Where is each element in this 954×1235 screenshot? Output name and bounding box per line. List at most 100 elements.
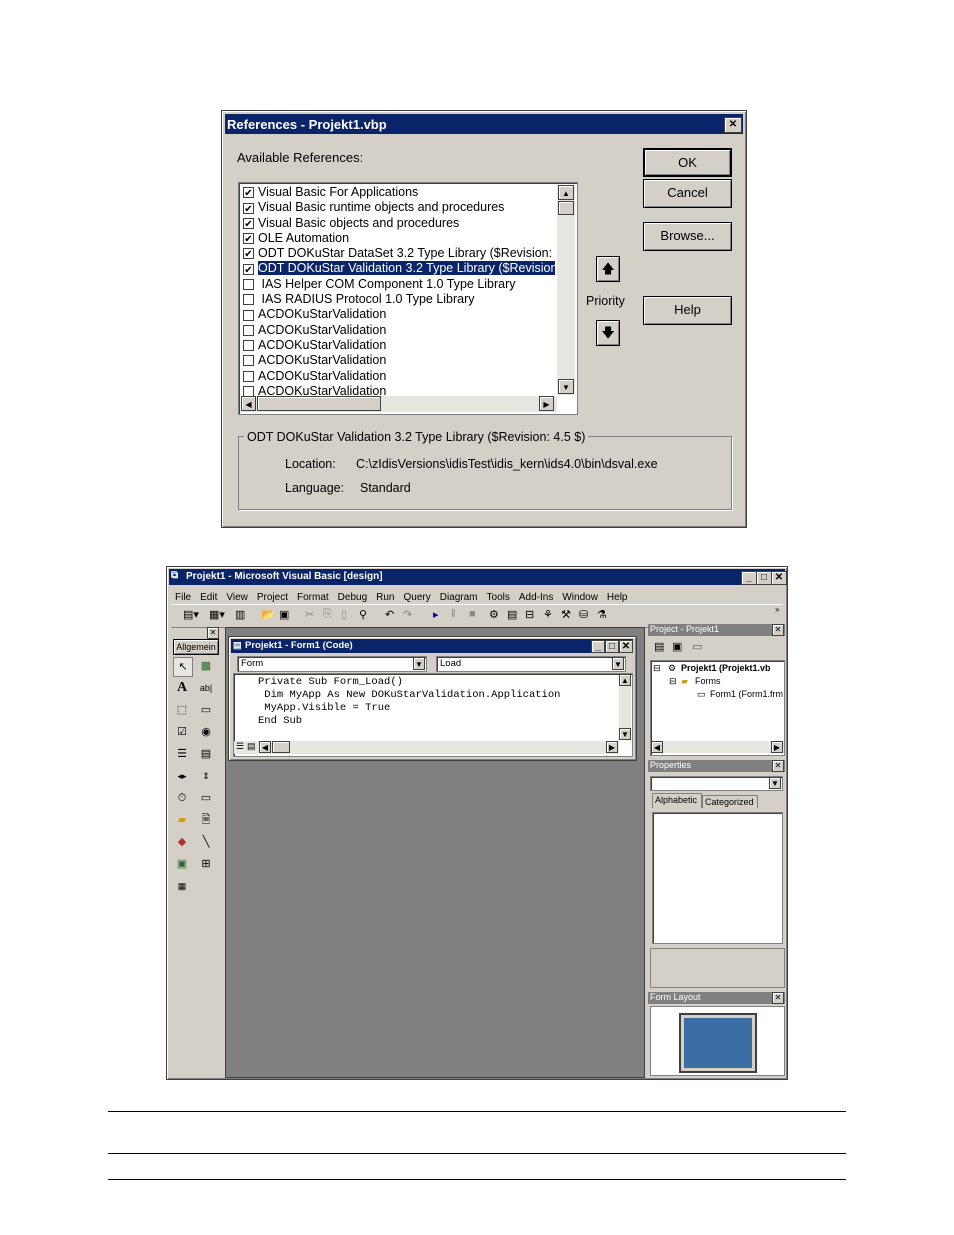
- help-button[interactable]: Help: [643, 296, 732, 325]
- reference-item[interactable]: ✔ OLE Automation: [239, 231, 555, 246]
- textbox-tool-icon[interactable]: ab|: [197, 679, 215, 697]
- menu-item-debug[interactable]: Debug: [338, 592, 367, 603]
- reference-checkbox[interactable]: [243, 324, 254, 336]
- code-scroll-left-icon[interactable]: ◀: [259, 741, 271, 753]
- properties-close-icon[interactable]: ✕: [772, 760, 784, 772]
- project-scroll-left-icon[interactable]: ◀: [651, 741, 663, 753]
- ole-tool-icon[interactable]: ▦: [173, 877, 191, 895]
- toolbox-icon[interactable]: ⚒: [561, 608, 571, 621]
- checkbox-tool-icon[interactable]: ☑: [173, 723, 191, 741]
- menu-item-project[interactable]: Project: [257, 592, 288, 603]
- menu-editor-icon[interactable]: ▥: [235, 608, 245, 621]
- menu-item-format[interactable]: Format: [297, 592, 329, 603]
- code-scroll-up-icon[interactable]: ▲: [619, 674, 631, 686]
- reference-item[interactable]: ACDOKuStarValidation: [239, 369, 555, 384]
- dirlistbox-tool-icon[interactable]: ▰: [173, 811, 191, 829]
- label-tool-icon[interactable]: A: [173, 679, 191, 697]
- tree-forms-expander-icon[interactable]: ⊟: [669, 676, 677, 687]
- hscroll-thumb[interactable]: [257, 396, 381, 411]
- pointer-tool-icon[interactable]: ↖: [173, 657, 193, 677]
- vscrollbar-tool-icon[interactable]: ⇕: [197, 767, 215, 785]
- reference-checkbox[interactable]: ✔: [243, 202, 254, 215]
- reference-checkbox[interactable]: ✔: [243, 233, 254, 245]
- reference-checkbox[interactable]: [243, 278, 254, 290]
- reference-checkbox[interactable]: ✔: [243, 248, 254, 260]
- reference-checkbox[interactable]: [243, 370, 254, 382]
- data-view-icon[interactable]: ⛁: [579, 608, 588, 621]
- procedure-combo[interactable]: Load ▼: [436, 656, 626, 672]
- object-combo-chevron-down-icon[interactable]: ▼: [413, 657, 425, 670]
- tab-alphabetic[interactable]: Alphabetic: [652, 793, 702, 808]
- project-tree[interactable]: ⊟ Projekt1 (Projekt1.vb ⚙ ⊟ ▰ Forms ▭ Fo…: [650, 660, 785, 756]
- reference-item[interactable]: ✔ Visual Basic For Applications: [239, 185, 555, 200]
- add-project-icon[interactable]: ▤▾: [183, 608, 199, 621]
- reference-checkbox[interactable]: ✔: [243, 217, 254, 230]
- menu-item-tools[interactable]: Tools: [487, 592, 510, 603]
- view-object-icon[interactable]: ▣: [672, 640, 682, 653]
- data-tool-icon[interactable]: ⊞: [197, 855, 215, 873]
- reference-checkbox[interactable]: [243, 355, 254, 367]
- menu-item-addins[interactable]: Add-Ins: [519, 592, 553, 603]
- optionbutton-tool-icon[interactable]: ◉: [197, 723, 215, 741]
- reference-checkbox[interactable]: [243, 340, 254, 352]
- code-close-icon[interactable]: ✕: [619, 640, 633, 653]
- browse-button[interactable]: Browse...: [643, 222, 732, 251]
- commandbutton-tool-icon[interactable]: ▭: [197, 701, 215, 719]
- scroll-thumb[interactable]: [558, 201, 574, 215]
- code-minimize-icon[interactable]: _: [591, 640, 605, 653]
- code-line[interactable]: End Sub: [258, 715, 618, 728]
- code-line[interactable]: Dim MyApp As New DOKuStarValidation.Appl…: [258, 689, 618, 702]
- add-form-icon[interactable]: ▦▾: [209, 608, 225, 621]
- menu-item-edit[interactable]: Edit: [200, 592, 217, 603]
- scroll-down-icon[interactable]: ▼: [558, 379, 574, 394]
- code-scroll-down-icon[interactable]: ▼: [619, 728, 631, 740]
- full-module-view-icon[interactable]: ▤: [247, 741, 256, 752]
- project-explorer-icon[interactable]: ⚙: [489, 608, 499, 621]
- timer-tool-icon[interactable]: ⏱: [173, 789, 191, 807]
- procedure-combo-chevron-down-icon[interactable]: ▼: [612, 657, 624, 670]
- references-vscrollbar[interactable]: ▲ ▼: [557, 185, 575, 395]
- break-icon[interactable]: ‖: [451, 608, 456, 620]
- toolbox-tab-allgemein[interactable]: Allgemein: [173, 639, 219, 655]
- maximize-icon[interactable]: □: [756, 571, 772, 585]
- open-icon[interactable]: 📂: [261, 608, 275, 621]
- scroll-up-icon[interactable]: ▲: [558, 185, 574, 200]
- menu-item-run[interactable]: Run: [376, 592, 394, 603]
- tree-forms-node[interactable]: Forms: [695, 676, 721, 686]
- menu-item-view[interactable]: View: [226, 592, 248, 603]
- view-code-icon[interactable]: ▤: [654, 640, 664, 653]
- shape-tool-icon[interactable]: ◆: [173, 833, 191, 851]
- reference-checkbox[interactable]: [243, 309, 254, 321]
- frame-tool-icon[interactable]: ⬚: [173, 701, 191, 719]
- cut-icon[interactable]: ✂: [305, 608, 314, 621]
- menu-item-help[interactable]: Help: [607, 592, 628, 603]
- code-hscrollbar[interactable]: ☰ ▤ ◀ ▶: [234, 741, 619, 754]
- code-line[interactable]: Private Sub Form_Load(): [258, 676, 618, 689]
- minimize-icon[interactable]: _: [741, 571, 757, 585]
- reference-item[interactable]: IAS RADIUS Protocol 1.0 Type Library: [239, 292, 555, 307]
- component-manager-icon[interactable]: ⚗: [597, 608, 607, 621]
- menu-item-diagram[interactable]: Diagram: [440, 592, 478, 603]
- reference-checkbox[interactable]: [243, 294, 254, 306]
- image-tool-icon[interactable]: ▣: [173, 855, 191, 873]
- object-combo[interactable]: Form ▼: [237, 656, 427, 672]
- object-selector-chevron-down-icon[interactable]: ▼: [769, 777, 781, 789]
- monitor-preview[interactable]: [679, 1013, 757, 1073]
- menu-item-window[interactable]: Window: [562, 592, 598, 603]
- tree-expander-icon[interactable]: ⊟: [653, 663, 661, 674]
- filelistbox-tool-icon[interactable]: 🗎: [197, 811, 215, 829]
- cancel-button[interactable]: Cancel: [643, 179, 732, 208]
- priority-down-button[interactable]: 🡇: [596, 320, 620, 346]
- priority-up-button[interactable]: 🡅: [596, 256, 620, 282]
- menu-item-file[interactable]: File: [175, 592, 191, 603]
- dialog-close-icon[interactable]: ✕: [724, 117, 742, 133]
- reference-item[interactable]: ✔ Visual Basic runtime objects and proced…: [239, 200, 555, 215]
- code-editor[interactable]: Private Sub Form_Load() Dim MyApp As New…: [233, 673, 633, 757]
- combobox-tool-icon[interactable]: ☰: [173, 745, 191, 763]
- project-scroll-right-icon[interactable]: ▶: [771, 741, 783, 753]
- reference-item[interactable]: ACDOKuStarValidation: [239, 323, 555, 338]
- hscrollbar-tool-icon[interactable]: ◂▸: [173, 767, 191, 785]
- picturebox-tool-icon[interactable]: ▩: [197, 657, 215, 675]
- properties-window-icon[interactable]: ▤: [507, 608, 517, 621]
- tree-project-node[interactable]: Projekt1 (Projekt1.vb: [681, 663, 771, 673]
